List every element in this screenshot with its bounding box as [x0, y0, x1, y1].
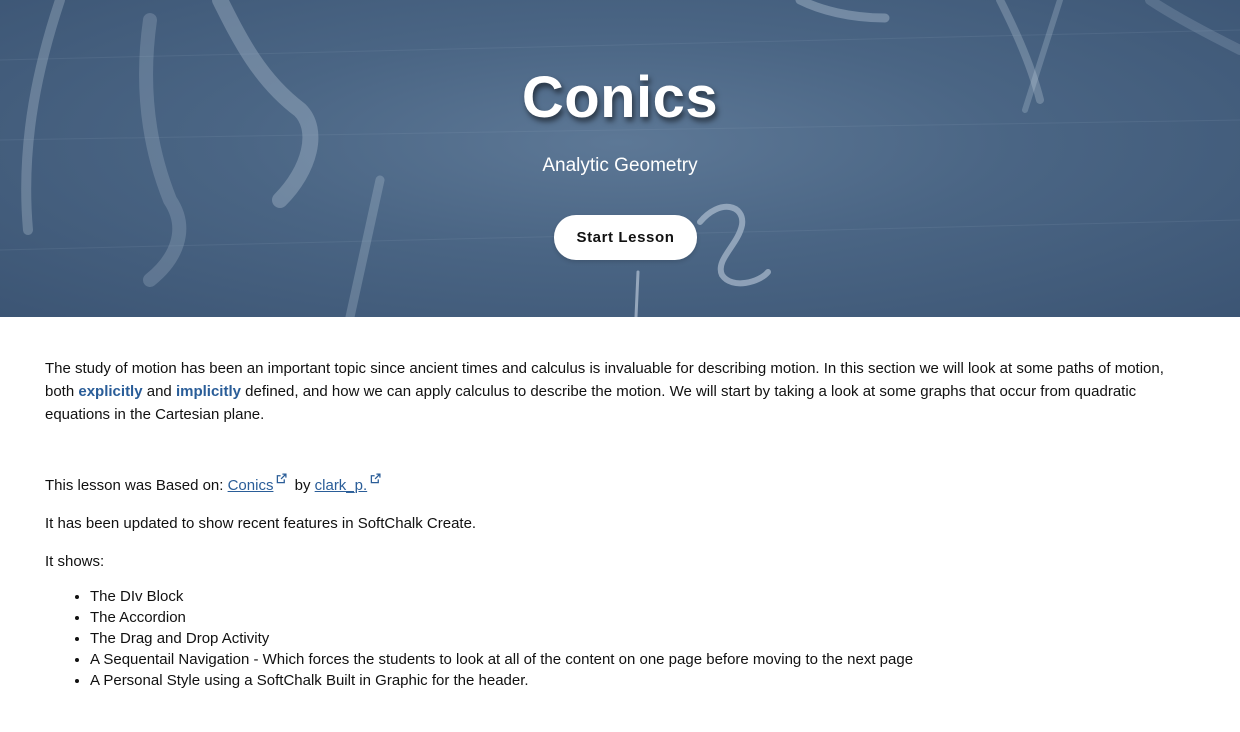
list-item: A Personal Style using a SoftChalk Built…: [90, 670, 1185, 691]
lesson-content: The study of motion has been an importan…: [45, 357, 1185, 691]
lesson-header: Conics Analytic Geometry Start Lesson: [0, 0, 1240, 317]
it-shows-label: It shows:: [45, 553, 105, 570]
by-label: by: [290, 477, 315, 494]
start-lesson-button[interactable]: Start Lesson: [554, 215, 697, 260]
based-on-label: This lesson was Based on:: [45, 477, 228, 494]
external-link-icon[interactable]: [276, 473, 287, 484]
attribution-line: This lesson was Based on: Conics by clar…: [45, 473, 1185, 497]
source-lesson-link[interactable]: Conics: [228, 477, 274, 494]
list-item: The DIv Block: [90, 586, 1185, 607]
feature-list: The DIv Block The Accordion The Drag and…: [45, 586, 1185, 691]
external-link-icon[interactable]: [370, 473, 381, 484]
intro-paragraph: The study of motion has been an importan…: [45, 357, 1185, 426]
author-link[interactable]: clark_p.: [315, 477, 368, 494]
list-item: The Accordion: [90, 607, 1185, 628]
updated-note: It has been updated to show recent featu…: [45, 515, 477, 532]
term-explicitly[interactable]: explicitly: [78, 383, 142, 400]
list-item: The Drag and Drop Activity: [90, 628, 1185, 649]
page-title: Conics: [521, 65, 719, 130]
intro-text-and: and: [142, 383, 176, 400]
term-implicitly[interactable]: implicitly: [176, 383, 241, 400]
page-subtitle: Analytic Geometry: [542, 155, 698, 176]
list-item: A Sequentail Navigation - Which forces t…: [90, 649, 1185, 670]
